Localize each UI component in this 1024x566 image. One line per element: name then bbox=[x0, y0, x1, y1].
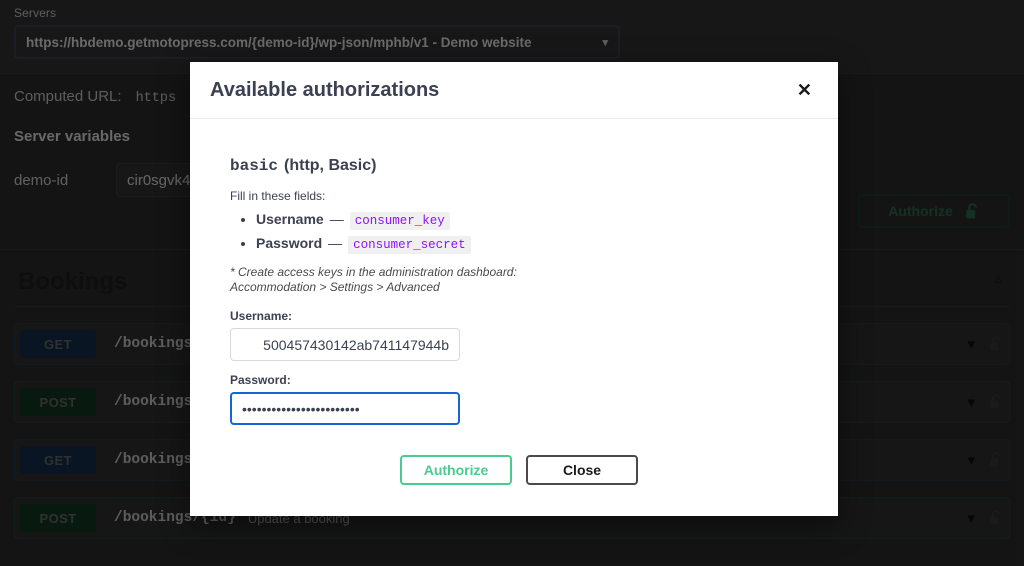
list-item: Password — consumer_secret bbox=[256, 233, 798, 255]
username-field-group: Username: bbox=[230, 309, 798, 361]
available-authorizations-modal: Available authorizations ✕ basic (http, B… bbox=[190, 62, 838, 516]
close-button[interactable]: Close bbox=[526, 455, 638, 485]
authorize-button[interactable]: Authorize bbox=[400, 455, 512, 485]
required-fields-list: Username—consumer_key Password—consumer_… bbox=[230, 209, 798, 255]
fill-fields-hint: Fill in these fields: bbox=[230, 189, 326, 203]
security-scheme-type: (http, Basic) bbox=[284, 157, 377, 174]
modal-title: Available authorizations bbox=[210, 78, 440, 101]
password-input[interactable] bbox=[230, 392, 460, 425]
password-label: Password: bbox=[230, 373, 291, 387]
close-icon[interactable]: ✕ bbox=[791, 77, 818, 103]
access-keys-note-line2: Accommodation > Settings > Advanced bbox=[230, 280, 440, 294]
username-input[interactable] bbox=[230, 328, 460, 361]
security-scheme-name: basic bbox=[230, 157, 279, 175]
modal-body: basic (http, Basic) Fill in these fields:… bbox=[190, 119, 838, 516]
field-label: Username bbox=[256, 211, 324, 227]
security-scheme-heading: basic (http, Basic) bbox=[230, 157, 798, 175]
access-keys-note-line1: * Create access keys in the administrati… bbox=[230, 265, 517, 279]
access-keys-note: * Create access keys in the administrati… bbox=[230, 265, 798, 295]
field-code: consumer_key bbox=[349, 212, 450, 230]
modal-header: Available authorizations ✕ bbox=[190, 62, 838, 119]
list-item: Username — consumer_key bbox=[256, 209, 798, 231]
field-dash: — bbox=[329, 211, 344, 227]
field-dash: — bbox=[328, 235, 343, 251]
modal-actions: Authorize Close bbox=[230, 437, 798, 485]
field-label: Password bbox=[256, 235, 323, 251]
username-label: Username: bbox=[230, 309, 293, 323]
field-code: consumer_secret bbox=[348, 236, 471, 254]
password-field-group: Password: bbox=[230, 373, 798, 425]
